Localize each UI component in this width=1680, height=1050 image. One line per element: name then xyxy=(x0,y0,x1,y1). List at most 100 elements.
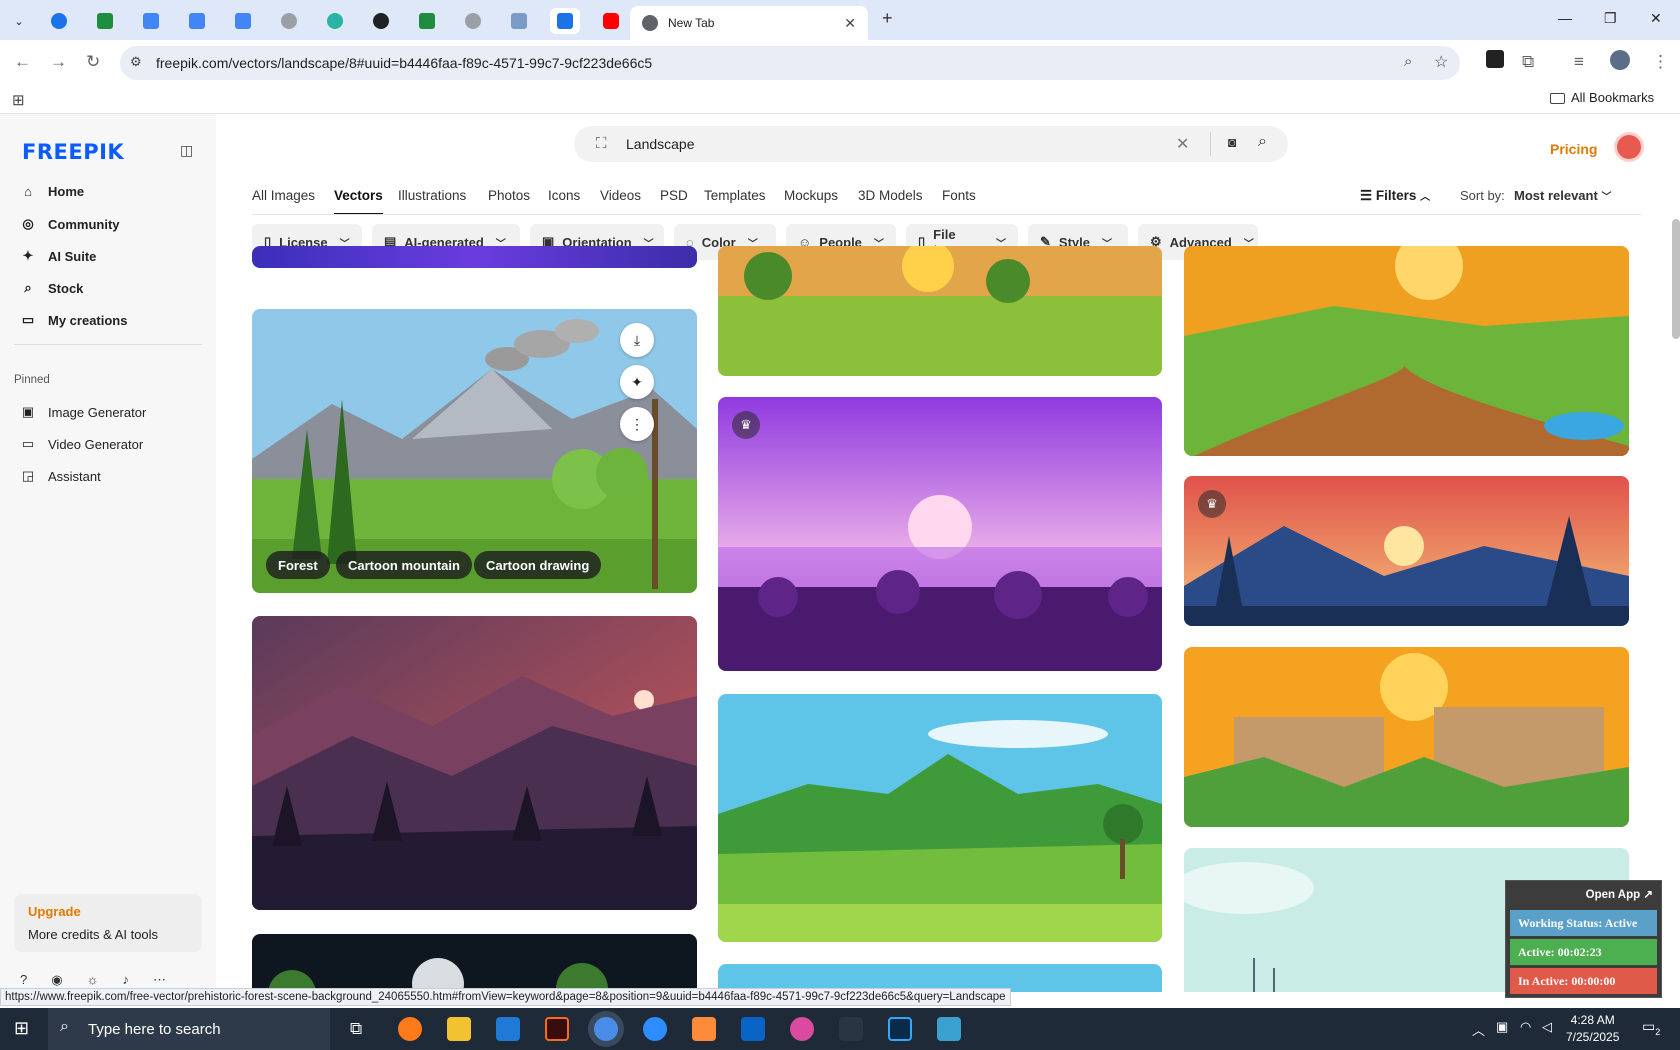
restore-icon[interactable]: ❐ xyxy=(1604,10,1617,27)
sidebar-item-assistant[interactable]: ◲ Assistant xyxy=(20,468,101,484)
camera-icon[interactable]: ◙ xyxy=(1228,134,1236,150)
window-close-icon[interactable]: ✕ xyxy=(1650,10,1662,27)
tab-1[interactable] xyxy=(44,8,74,34)
theme-icon[interactable]: ☼ xyxy=(87,972,99,988)
tray-chevron-icon[interactable]: ︿ xyxy=(1472,1020,1485,1039)
tab-6[interactable] xyxy=(274,8,304,34)
search-input[interactable]: Landscape xyxy=(626,136,695,152)
apps-grid-icon[interactable]: ⊞ xyxy=(12,91,25,109)
image-card-cliffs[interactable] xyxy=(1184,647,1629,827)
brave-icon[interactable] xyxy=(692,1017,716,1041)
image-card-forest-silhouette[interactable]: ♛ xyxy=(1184,476,1629,626)
image-card-mountain-dusk[interactable] xyxy=(252,616,697,910)
image-card-green-hills[interactable] xyxy=(718,694,1162,942)
tab-illustrations[interactable]: Illustrations xyxy=(398,188,466,203)
firefox-icon[interactable] xyxy=(398,1017,422,1041)
tab-2[interactable] xyxy=(90,8,120,34)
close-tab-icon[interactable]: ✕ xyxy=(844,15,856,32)
taskbar-search[interactable]: ⌕ Type here to search xyxy=(48,1008,330,1050)
sort-dropdown[interactable]: Most relevant ﹀ xyxy=(1514,188,1611,203)
sidebar-item-stock[interactable]: ⌕ Stock xyxy=(20,280,83,296)
menu-icon[interactable]: ⋮ xyxy=(1652,52,1669,72)
sidebar-item-community[interactable]: ◎ Community xyxy=(20,216,119,232)
image-card-prehistoric-forest[interactable]: ⤓ ✦ ⋮ Forest Cartoon mountain Cartoon dr… xyxy=(252,309,697,593)
clock[interactable]: 4:28 AM 7/25/2025 xyxy=(1566,1012,1619,1046)
notifications-icon[interactable]: ♪ xyxy=(123,972,130,988)
tab-videos[interactable]: Videos xyxy=(600,188,641,203)
tab-mockups[interactable]: Mockups xyxy=(784,188,838,203)
image-card-canyon-meadow[interactable] xyxy=(718,246,1162,376)
tab-all-images[interactable]: All Images xyxy=(252,188,315,203)
more-options-icon[interactable]: ⋮ xyxy=(620,407,654,441)
zoom-icon[interactable]: ⌕ xyxy=(1404,53,1412,70)
discord-icon[interactable]: ◉ xyxy=(51,972,62,988)
tab-3[interactable] xyxy=(136,8,166,34)
outlook-icon[interactable] xyxy=(741,1017,765,1041)
collapse-sidebar-icon[interactable]: ◫ xyxy=(180,142,193,159)
download-icon[interactable]: ⤓ xyxy=(620,323,654,357)
tab-7[interactable] xyxy=(320,8,350,34)
pricing-link[interactable]: Pricing xyxy=(1550,141,1597,157)
tag-forest[interactable]: Forest xyxy=(266,551,330,579)
image-card-sunset-path[interactable] xyxy=(1184,246,1629,456)
extension-fx-icon[interactable] xyxy=(1486,50,1504,68)
wifi-icon[interactable]: ◠ xyxy=(1520,1019,1531,1035)
new-tab-button[interactable]: + xyxy=(882,8,893,29)
reading-list-icon[interactable]: ≡ xyxy=(1574,52,1584,72)
tag-cartoon-mountain[interactable]: Cartoon mountain xyxy=(336,551,472,579)
tab-4[interactable] xyxy=(182,8,212,34)
tab-11[interactable] xyxy=(504,8,534,34)
user-avatar[interactable] xyxy=(1614,132,1644,162)
reload-icon[interactable]: ↻ xyxy=(86,52,100,72)
creative-cloud-icon[interactable] xyxy=(790,1017,814,1041)
vscode-icon[interactable] xyxy=(496,1017,520,1041)
tab-10[interactable] xyxy=(458,8,488,34)
search-bar[interactable]: ⛶ Landscape ✕ ◙ ⌕ xyxy=(574,126,1288,162)
file-explorer-icon[interactable] xyxy=(447,1017,471,1041)
sidebar-item-ai-suite[interactable]: ✦ AI Suite xyxy=(20,248,97,264)
open-app-link[interactable]: Open App ↗ xyxy=(1586,887,1653,901)
extensions-icon[interactable]: ⧉ xyxy=(1522,52,1534,72)
tab-psd[interactable]: PSD xyxy=(660,188,688,203)
tab-5[interactable] xyxy=(228,8,258,34)
scrollbar-thumb[interactable] xyxy=(1672,219,1680,339)
tab-icons[interactable]: Icons xyxy=(548,188,580,203)
photoshop-icon[interactable] xyxy=(888,1017,912,1041)
image-card-purple-sunset[interactable]: ♛ xyxy=(718,397,1162,671)
address-bar[interactable]: ⚙ freepik.com/vectors/landscape/8#uuid=b… xyxy=(120,46,1460,80)
active-tab[interactable]: New Tab ✕ xyxy=(630,6,868,40)
tab-templates[interactable]: Templates xyxy=(704,188,766,203)
forward-icon[interactable]: → xyxy=(50,52,67,72)
tab-9[interactable] xyxy=(412,8,442,34)
windows-start-icon[interactable]: ⊞ xyxy=(14,1018,29,1039)
site-info-icon[interactable]: ⚙ xyxy=(130,54,142,70)
ai-edit-icon[interactable]: ✦ xyxy=(620,365,654,399)
search-icon[interactable]: ⌕ xyxy=(1258,133,1267,151)
volume-icon[interactable]: ◁ xyxy=(1542,1019,1552,1035)
image-card-night-moon[interactable] xyxy=(252,934,697,992)
tab-3d-models[interactable]: 3D Models xyxy=(858,188,923,203)
tab-8[interactable] xyxy=(366,8,396,34)
tab-vectors[interactable]: Vectors xyxy=(334,188,383,215)
tag-cartoon-drawing[interactable]: Cartoon drawing xyxy=(474,551,602,579)
upgrade-card[interactable]: Upgrade More credits & AI tools xyxy=(14,894,202,952)
back-icon[interactable]: ← xyxy=(14,52,31,72)
tab-fonts[interactable]: Fonts xyxy=(942,188,976,203)
tab-search-button[interactable]: ⌄ xyxy=(4,8,34,34)
filters-toggle[interactable]: ☰ Filters ︿ xyxy=(1360,188,1430,204)
image-card[interactable] xyxy=(252,246,697,268)
illustrator-icon[interactable] xyxy=(545,1017,569,1041)
more-icon[interactable]: ⋯ xyxy=(153,972,166,988)
clear-search-icon[interactable]: ✕ xyxy=(1176,134,1189,154)
bookmark-star-icon[interactable]: ☆ xyxy=(1434,52,1448,72)
all-bookmarks-button[interactable]: All Bookmarks xyxy=(1550,90,1654,105)
sidebar-item-my-creations[interactable]: ▭ My creations xyxy=(20,312,128,328)
help-icon[interactable]: ? xyxy=(20,972,27,988)
tab-12[interactable] xyxy=(550,8,580,34)
profile-avatar[interactable] xyxy=(1610,50,1630,70)
chrome-icon[interactable] xyxy=(594,1017,618,1041)
tab-13[interactable] xyxy=(596,8,626,34)
freepik-logo[interactable]: FREEPIK xyxy=(22,140,124,164)
pen-tool-icon[interactable] xyxy=(839,1017,863,1041)
sidebar-item-home[interactable]: ⌂ Home xyxy=(20,184,84,199)
